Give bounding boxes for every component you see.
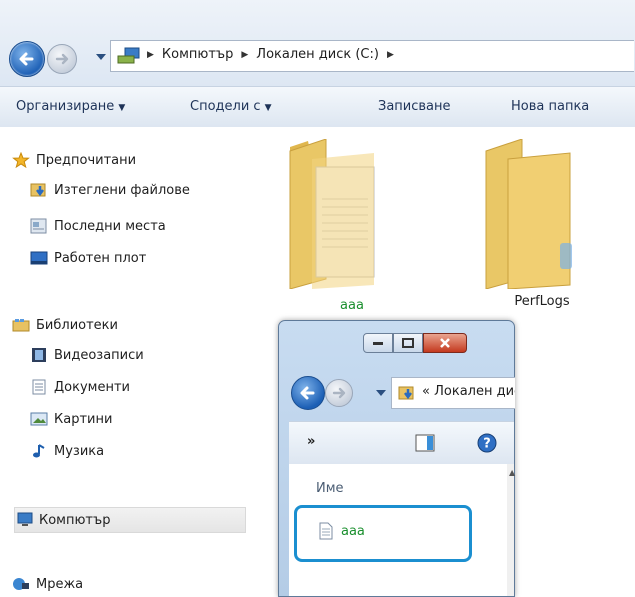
back-button[interactable] bbox=[9, 41, 45, 77]
column-header-name[interactable]: Име bbox=[316, 481, 344, 496]
address-bar-area: ▶ Компютър ▶ Локален диск (C:) ▶ bbox=[0, 0, 635, 86]
scroll-up-arrow-icon[interactable]: ▲ bbox=[509, 468, 515, 477]
breadcrumb-arrow-icon[interactable]: ▶ bbox=[241, 50, 248, 60]
maximize-icon bbox=[402, 338, 414, 348]
network-icon bbox=[12, 576, 30, 592]
downloads-icon bbox=[30, 182, 48, 198]
overflow-chevron[interactable]: » bbox=[307, 434, 315, 449]
recent-places-icon bbox=[30, 218, 48, 234]
dialog-recent-dropdown-icon[interactable] bbox=[375, 389, 387, 397]
close-icon bbox=[440, 338, 450, 348]
folder-icon bbox=[485, 138, 572, 290]
address-overflow-prefix: « bbox=[422, 384, 430, 399]
breadcrumb-arrow-icon[interactable]: ▶ bbox=[147, 50, 154, 60]
command-bar: Организиране ▼ Сподели с ▼ Записване Нова … bbox=[0, 86, 635, 128]
close-button[interactable] bbox=[423, 333, 467, 353]
nav-computer-label: Компютър bbox=[39, 512, 111, 528]
star-icon bbox=[12, 151, 30, 169]
computer-icon bbox=[117, 47, 140, 64]
forward-button[interactable] bbox=[47, 44, 77, 74]
nav-pictures-label: Картини bbox=[54, 411, 113, 427]
folder-perflogs-label[interactable]: PerfLogs bbox=[482, 294, 602, 309]
nav-documents-label: Документи bbox=[54, 379, 130, 395]
chevron-down-icon: ▼ bbox=[264, 103, 272, 113]
organize-menu[interactable]: Организиране ▼ bbox=[16, 99, 125, 114]
nav-network-label: Мрежа bbox=[36, 576, 84, 592]
nav-downloads-label: Изтеглени файлове bbox=[54, 182, 190, 198]
nav-videos[interactable]: Видеозаписи bbox=[30, 343, 144, 367]
caption-buttons bbox=[363, 333, 467, 353]
folder-aaa-label[interactable]: aaa bbox=[292, 298, 412, 313]
pictures-icon bbox=[30, 411, 48, 427]
organize-label: Организиране bbox=[16, 99, 115, 114]
folder-aaa[interactable] bbox=[286, 138, 378, 293]
preview-pane-icon[interactable] bbox=[415, 434, 435, 452]
nav-recent-label: Последни места bbox=[54, 218, 166, 234]
breadcrumb-computer[interactable]: Компютър bbox=[162, 47, 233, 62]
nav-documents[interactable]: Документи bbox=[30, 375, 130, 399]
nav-desktop[interactable]: Работен плот bbox=[30, 246, 146, 270]
video-icon bbox=[30, 347, 48, 363]
new-folder-label: Нова папка bbox=[511, 99, 590, 114]
desktop-icon bbox=[30, 250, 48, 266]
folder-with-document-icon bbox=[289, 138, 375, 290]
nav-network[interactable]: Мрежа bbox=[12, 572, 83, 596]
minimize-button[interactable] bbox=[363, 333, 393, 353]
highlight-annotation bbox=[294, 505, 472, 562]
dialog-command-bar: » ? bbox=[289, 421, 514, 465]
share-menu[interactable]: Сподели с ▼ bbox=[190, 99, 271, 114]
breadcrumb-arrow-icon[interactable]: ▶ bbox=[387, 50, 394, 60]
navigation-pane: Предпочитани Изтеглени файлове Последни … bbox=[0, 127, 246, 592]
nav-computer[interactable]: Компютър bbox=[14, 507, 246, 533]
vertical-scrollbar[interactable] bbox=[507, 464, 514, 596]
folder-perflogs[interactable] bbox=[482, 138, 574, 293]
new-folder-button[interactable]: Нова папка bbox=[511, 99, 589, 114]
nav-videos-label: Видеозаписи bbox=[54, 347, 144, 363]
minimize-icon bbox=[373, 342, 383, 345]
nav-favorites[interactable]: Предпочитани bbox=[12, 148, 136, 172]
dialog-address-field[interactable]: « Локален диск (C:) bbox=[391, 377, 515, 409]
dialog-forward-button[interactable] bbox=[325, 379, 353, 407]
libraries-icon bbox=[12, 317, 30, 333]
nav-libraries[interactable]: Библиотеки bbox=[12, 313, 118, 337]
nav-music-label: Музика bbox=[54, 443, 105, 459]
address-field[interactable]: ▶ Компютър ▶ Локален диск (C:) ▶ bbox=[110, 40, 634, 72]
svg-text:?: ? bbox=[483, 437, 491, 452]
share-label: Сподели с bbox=[190, 99, 261, 114]
document-icon bbox=[30, 379, 48, 395]
nav-recent[interactable]: Последни места bbox=[30, 214, 166, 238]
burn-button[interactable]: Записване bbox=[378, 99, 451, 114]
maximize-button[interactable] bbox=[393, 333, 423, 353]
chevron-down-icon: ▼ bbox=[118, 103, 126, 113]
nav-desktop-label: Работен плот bbox=[54, 250, 147, 266]
nav-downloads[interactable]: Изтеглени файлове bbox=[30, 178, 190, 202]
recent-pages-dropdown-icon[interactable] bbox=[94, 52, 108, 62]
folder-icon bbox=[398, 386, 414, 400]
dialog-address-label: Локален диск (C:) bbox=[434, 384, 515, 399]
burn-label: Записване bbox=[378, 99, 451, 114]
nav-libraries-label: Библиотеки bbox=[36, 317, 118, 333]
nav-favorites-label: Предпочитани bbox=[36, 152, 137, 168]
breadcrumb-local-disk[interactable]: Локален диск (C:) bbox=[256, 47, 379, 62]
dialog-back-button[interactable] bbox=[291, 376, 325, 410]
dialog-address-text: « Локален диск (C:) bbox=[422, 384, 515, 399]
music-icon bbox=[30, 443, 48, 459]
nav-music[interactable]: Музика bbox=[30, 439, 104, 463]
computer-icon bbox=[15, 512, 33, 528]
help-icon[interactable]: ? bbox=[477, 433, 497, 453]
nav-pictures[interactable]: Картини bbox=[30, 407, 112, 431]
